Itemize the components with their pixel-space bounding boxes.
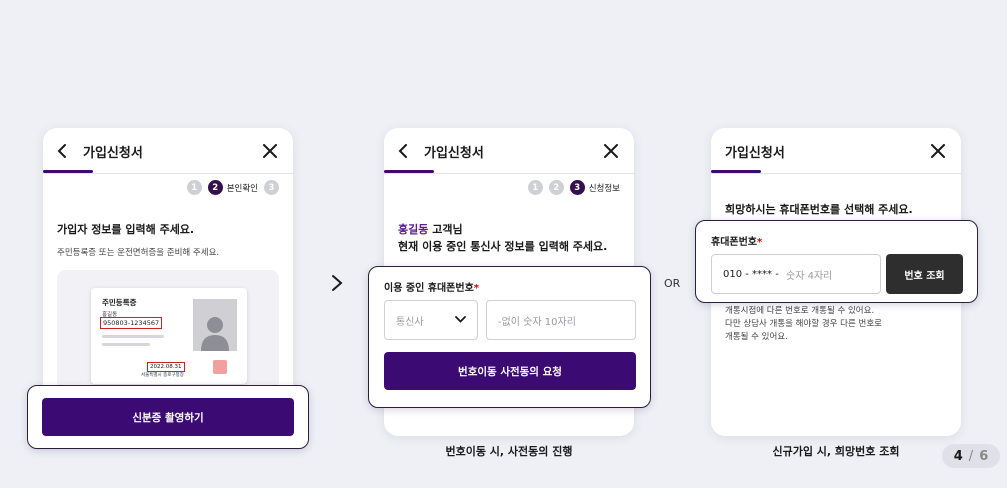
card-header: 가입신청서: [384, 128, 634, 174]
header-divider: [711, 173, 961, 174]
id-card-line: [102, 343, 150, 346]
caption-new-number: 신규가입 시, 희망번호 조회: [772, 445, 900, 458]
page-current: 4: [953, 448, 963, 464]
current-number-label: 이용 중인 휴대폰번호*: [384, 279, 479, 294]
current-number-label-text: 이용 중인 휴대폰번호: [384, 283, 474, 294]
card-title: 가입신청서: [725, 145, 785, 161]
id-card-title: 주민등록증: [102, 298, 137, 307]
customer-name: 홍길동: [398, 223, 429, 236]
notice-line: 다만 상담사 개통을 해야할 경우 다른 번호로: [725, 319, 882, 329]
card-header: 가입신청서: [711, 128, 961, 174]
number-lookup-highlight: 휴대폰번호* 010 - **** - 숫자 4자리 번호 조회: [695, 220, 978, 303]
close-icon[interactable]: [261, 142, 279, 160]
id-card-line: [102, 335, 164, 338]
id-card-date: 2022.08.31: [147, 362, 185, 372]
active-step-label: 본인확인: [226, 183, 258, 194]
step-1: 1: [527, 180, 543, 195]
carrier-select-placeholder: 통신사: [396, 316, 424, 328]
close-icon[interactable]: [929, 142, 947, 160]
step-3: 3: [264, 180, 279, 195]
or-separator: OR: [664, 277, 681, 290]
guide-title: 가입자 정보를 입력해 주세요.: [57, 223, 195, 236]
number-placeholder: 숫자 4자리: [786, 270, 833, 282]
page-separator: /: [968, 448, 974, 464]
notice-line: 개통시점에 다른 번호로 개통될 수 있어요.: [725, 306, 875, 316]
header-progress-bar: [711, 170, 761, 173]
notice-text: 개통시점에 다른 번호로 개통될 수 있어요. 다만 상담사 개통을 해야할 경…: [725, 305, 882, 344]
caption-porting: 번호이동 시, 사전동의 진행: [445, 445, 573, 458]
step-2: 2: [548, 180, 564, 195]
close-icon[interactable]: [602, 142, 620, 160]
chevron-down-icon: [455, 315, 466, 326]
id-photo-avatar-icon: [193, 299, 237, 351]
card-header: 가입신청서: [43, 128, 293, 174]
next-arrow-icon: [330, 274, 346, 292]
number-prefix: 010 - **** -: [723, 268, 783, 280]
card-title: 가입신청서: [83, 145, 143, 161]
phone-number-input[interactable]: -없이 숫자 10자리: [486, 300, 636, 340]
page-total: 6: [979, 448, 989, 464]
seal-stamp-icon: [213, 360, 227, 374]
header-progress-bar: [43, 170, 93, 173]
porting-form-highlight: 이용 중인 휴대폰번호* 통신사 -없이 숫자 10자리 번호이동 사전동의 요…: [368, 266, 651, 408]
id-card: 주민등록증 홍길동 950803-1234567 2022.08.31 서울특별…: [91, 288, 247, 384]
capture-id-button[interactable]: 신분증 촬영하기: [42, 398, 294, 436]
number-lookup-button[interactable]: 번호 조회: [886, 254, 963, 294]
step-3-active: 3: [569, 180, 585, 195]
step-indicator: 1 2 3 신청정보: [527, 180, 620, 195]
header-divider: [384, 173, 634, 174]
phone-number-label-text: 휴대폰번호: [711, 237, 757, 248]
desired-number-input[interactable]: 010 - **** - 숫자 4자리: [711, 254, 881, 294]
header-progress-bar: [384, 170, 434, 173]
customer-greeting: 홍길동 고객님: [398, 222, 463, 238]
notice-line: 개통될 수 있어요.: [725, 332, 788, 342]
back-arrow-icon[interactable]: [57, 142, 75, 160]
phone-number-placeholder: -없이 숫자 10자리: [498, 316, 576, 328]
id-capture-highlight: 신분증 촬영하기: [27, 385, 309, 449]
active-step-label: 신청정보: [588, 183, 620, 194]
id-card-issuer: 서울특별시 종로구청장: [141, 373, 184, 378]
step-indicator: 1 2 본인확인 3: [186, 180, 279, 195]
id-card-illustration: 주민등록증 홍길동 950803-1234567 2022.08.31 서울특별…: [57, 270, 279, 390]
back-arrow-icon[interactable]: [398, 142, 416, 160]
required-mark: *: [757, 237, 763, 248]
guide-subtitle: 주민등록증 또는 운전면허증을 준비해 주세요.: [57, 248, 220, 258]
required-mark: *: [473, 283, 479, 294]
carrier-select[interactable]: 통신사: [384, 300, 478, 340]
guide-title: 희망하시는 휴대폰번호를 선택해 주세요.: [725, 203, 913, 216]
guide-title: 현재 이용 중인 통신사 정보를 입력해 주세요.: [398, 240, 608, 253]
porting-consent-button[interactable]: 번호이동 사전동의 요청: [384, 352, 636, 390]
id-card-number: 950803-1234567: [100, 317, 163, 329]
step-2-active: 2: [207, 180, 223, 195]
step-1: 1: [186, 180, 202, 195]
phone-number-label: 휴대폰번호*: [711, 233, 762, 248]
header-divider: [43, 173, 293, 174]
customer-suffix: 고객님: [428, 223, 463, 236]
page-indicator: 4 / 6: [942, 444, 1000, 468]
card-title: 가입신청서: [424, 145, 484, 161]
